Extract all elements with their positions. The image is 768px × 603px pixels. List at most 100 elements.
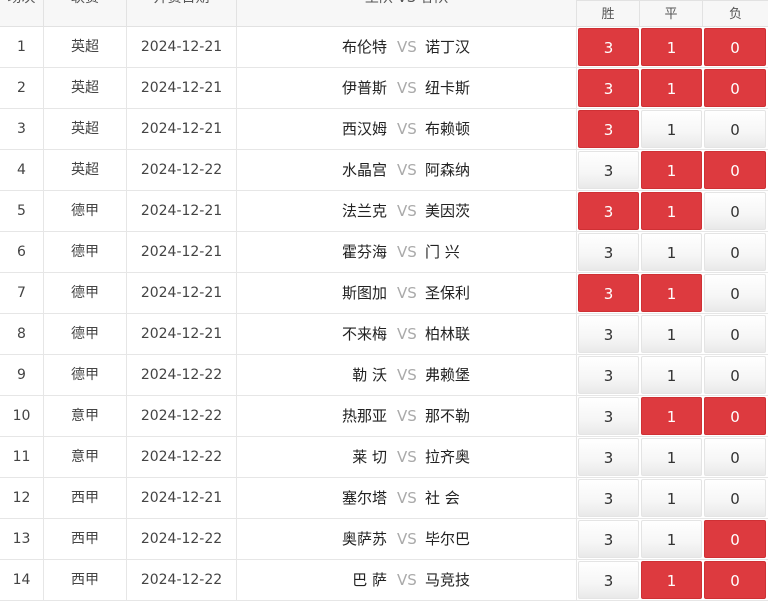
match-teams: 霍芬海 VS 门 兴 [237,232,577,273]
match-date: 2024-12-21 [127,109,237,150]
home-team: 勒 沃 [352,366,387,384]
match-teams: 塞尔塔 VS 社 会 [237,478,577,519]
home-team: 塞尔塔 [341,489,387,507]
away-team: 社 会 [425,489,460,507]
draw-option-button[interactable]: 1 [641,28,702,66]
away-team: 门 兴 [425,243,460,261]
header-draw: 平 [640,0,703,27]
header-win: 胜 [577,0,640,27]
win-option-button[interactable]: 3 [578,28,639,66]
lose-option-button[interactable]: 0 [704,479,766,517]
league-name: 英超 [44,150,127,191]
lose-option-button[interactable]: 0 [704,274,766,312]
home-team: 莱 切 [352,448,387,466]
match-date: 2024-12-21 [127,191,237,232]
lose-option-button[interactable]: 0 [704,561,766,599]
vs-label: VS [397,530,417,548]
draw-option-button[interactable]: 1 [641,151,702,189]
table-row: 7 德甲 2024-12-21 斯图加 VS 圣保利 3 1 0 [0,273,768,314]
lose-option-button[interactable]: 0 [704,192,766,230]
away-team: 毕尔巴 [425,530,471,548]
header-no: 场次 [0,0,44,27]
home-team: 不来梅 [341,325,387,343]
match-teams: 不来梅 VS 柏林联 [237,314,577,355]
away-team: 马竞技 [425,571,471,589]
league-name: 德甲 [44,273,127,314]
home-team: 水晶宫 [341,161,387,179]
win-option-button[interactable]: 3 [578,315,639,353]
table-row: 1 英超 2024-12-21 布伦特 VS 诺丁汉 3 1 0 [0,27,768,68]
win-option-button[interactable]: 3 [578,151,639,189]
draw-option-button[interactable]: 1 [641,192,702,230]
vs-label: VS [397,202,417,220]
table-row: 3 英超 2024-12-21 西汉姆 VS 布赖顿 3 1 0 [0,109,768,150]
win-option-button[interactable]: 3 [578,233,639,271]
win-option-button[interactable]: 3 [578,561,639,599]
vs-label: VS [397,79,417,97]
match-teams: 勒 沃 VS 弗赖堡 [237,355,577,396]
away-team: 柏林联 [425,325,471,343]
league-name: 英超 [44,68,127,109]
lose-option-button[interactable]: 0 [704,315,766,353]
away-team: 阿森纳 [425,161,471,179]
league-name: 英超 [44,109,127,150]
league-name: 意甲 [44,396,127,437]
draw-option-button[interactable]: 1 [641,438,702,476]
match-teams: 法兰克 VS 美因茨 [237,191,577,232]
league-name: 西甲 [44,560,127,601]
draw-option-button[interactable]: 1 [641,69,702,107]
home-team: 布伦特 [341,38,387,56]
home-team: 斯图加 [341,284,387,302]
match-number: 12 [0,478,44,519]
match-teams: 热那亚 VS 那不勒 [237,396,577,437]
lose-option-button[interactable]: 0 [704,233,766,271]
lose-option-button[interactable]: 0 [704,520,766,558]
lose-option-button[interactable]: 0 [704,151,766,189]
match-teams: 莱 切 VS 拉齐奥 [237,437,577,478]
header-date: 开赛日期 [127,0,237,27]
win-option-button[interactable]: 3 [578,520,639,558]
match-date: 2024-12-22 [127,150,237,191]
header-match: 主队 VS 客队 [237,0,577,27]
lose-option-button[interactable]: 0 [704,110,766,148]
win-option-button[interactable]: 3 [578,110,639,148]
match-date: 2024-12-21 [127,27,237,68]
draw-option-button[interactable]: 1 [641,397,702,435]
match-number: 13 [0,519,44,560]
win-option-button[interactable]: 3 [578,69,639,107]
draw-option-button[interactable]: 1 [641,561,702,599]
draw-option-button[interactable]: 1 [641,479,702,517]
match-number: 1 [0,27,44,68]
table-row: 12 西甲 2024-12-21 塞尔塔 VS 社 会 310 [0,478,768,519]
vs-label: VS [397,407,417,425]
match-date: 2024-12-22 [127,355,237,396]
away-team: 诺丁汉 [425,38,471,56]
win-option-button[interactable]: 3 [578,192,639,230]
lose-option-button[interactable]: 0 [704,438,766,476]
home-team: 巴 萨 [352,571,387,589]
match-number: 4 [0,150,44,191]
draw-option-button[interactable]: 1 [641,315,702,353]
lose-option-button[interactable]: 0 [704,28,766,66]
lottery-table: 场次 联赛 开赛日期 主队 VS 客队 胜 平 负 1英超2024-12-21布… [0,0,768,601]
draw-option-button[interactable]: 1 [641,520,702,558]
win-option-button[interactable]: 3 [578,479,639,517]
win-option-button[interactable]: 3 [578,438,639,476]
away-team: 拉齐奥 [425,448,471,466]
lose-option-button[interactable]: 0 [704,356,766,394]
win-option-button[interactable]: 3 [578,274,639,312]
vs-label: VS [397,366,417,384]
lose-option-button[interactable]: 0 [704,69,766,107]
win-option-button[interactable]: 3 [578,356,639,394]
draw-option-button[interactable]: 1 [641,233,702,271]
league-name: 英超 [44,27,127,68]
draw-option-button[interactable]: 1 [641,356,702,394]
table-row: 11 意甲 2024-12-22 莱 切 VS 拉齐奥 3 1 0 [0,437,768,478]
draw-option-button[interactable]: 1 [641,274,702,312]
away-team: 美因茨 [425,202,471,220]
table-row: 10 意甲 2024-12-22 热那亚 VS 那不勒 3 1 0 [0,396,768,437]
win-option-button[interactable]: 3 [578,397,639,435]
match-date: 2024-12-21 [127,232,237,273]
draw-option-button[interactable]: 1 [641,110,702,148]
lose-option-button[interactable]: 0 [704,397,766,435]
